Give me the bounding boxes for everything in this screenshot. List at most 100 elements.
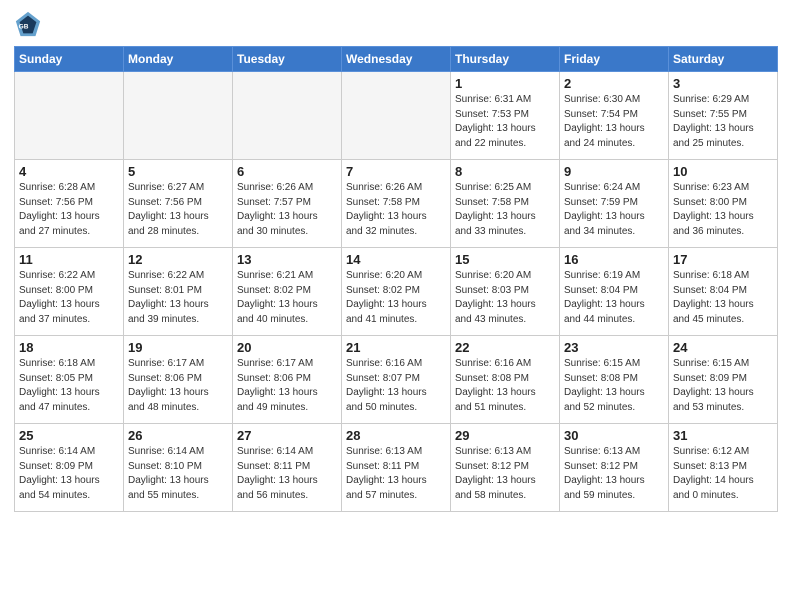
day-number: 10: [673, 164, 773, 179]
weekday-header: Monday: [124, 47, 233, 72]
day-info: Sunrise: 6:18 AM Sunset: 8:05 PM Dayligh…: [19, 357, 119, 415]
logo-icon: GB: [14, 10, 42, 38]
calendar-cell: 30 Sunrise: 6:13 AM Sunset: 8:12 PM Dayli…: [560, 424, 669, 512]
day-info: Sunrise: 6:20 AM Sunset: 8:02 PM Dayligh…: [346, 269, 446, 327]
day-number: 30: [564, 428, 664, 443]
calendar-cell: 28Sunrise: 6:13 AM Sunset: 8:11 PM Dayli…: [342, 424, 451, 512]
calendar-cell: 4 Sunrise: 6:28 AM Sunset: 7:56 PM Daylig…: [15, 160, 124, 248]
day-number: 8: [455, 164, 555, 179]
day-info: Sunrise: 6:26 AM Sunset: 7:57 PM Dayligh…: [237, 181, 337, 239]
day-info: Sunrise: 6:16 AM Sunset: 8:08 PM Dayligh…: [455, 357, 555, 415]
day-number: 5: [128, 164, 228, 179]
weekday-header: Saturday: [669, 47, 778, 72]
calendar-week-row: 25Sunrise: 6:14 AM Sunset: 8:09 PM Dayli…: [15, 424, 778, 512]
day-info: Sunrise: 6:30 AM Sunset: 7:54 PM Dayligh…: [564, 93, 664, 151]
weekday-header: Friday: [560, 47, 669, 72]
day-info: Sunrise: 6:26 AM Sunset: 7:58 PM Dayligh…: [346, 181, 446, 239]
calendar-cell: 17 Sunrise: 6:18 AM Sunset: 8:04 PM Dayli…: [669, 248, 778, 336]
calendar-cell: 21 Sunrise: 6:16 AM Sunset: 8:07 PM Dayli…: [342, 336, 451, 424]
day-number: 14: [346, 252, 446, 267]
day-info: Sunrise: 6:24 AM Sunset: 7:59 PM Dayligh…: [564, 181, 664, 239]
day-info: Sunrise: 6:13 AM Sunset: 8:11 PM Dayligh…: [346, 445, 446, 503]
calendar-cell: 31Sunrise: 6:12 AM Sunset: 8:13 PM Dayli…: [669, 424, 778, 512]
day-info: Sunrise: 6:16 AM Sunset: 8:07 PM Dayligh…: [346, 357, 446, 415]
day-info: Sunrise: 6:29 AM Sunset: 7:55 PM Dayligh…: [673, 93, 773, 151]
calendar-cell: 3Sunrise: 6:29 AM Sunset: 7:55 PM Daylig…: [669, 72, 778, 160]
day-info: Sunrise: 6:14 AM Sunset: 8:10 PM Dayligh…: [128, 445, 228, 503]
day-info: Sunrise: 6:18 AM Sunset: 8:04 PM Dayligh…: [673, 269, 773, 327]
day-info: Sunrise: 6:22 AM Sunset: 8:00 PM Dayligh…: [19, 269, 119, 327]
day-info: Sunrise: 6:17 AM Sunset: 8:06 PM Dayligh…: [128, 357, 228, 415]
calendar-week-row: 11 Sunrise: 6:22 AM Sunset: 8:00 PM Dayli…: [15, 248, 778, 336]
day-number: 19: [128, 340, 228, 355]
day-info: Sunrise: 6:15 AM Sunset: 8:09 PM Dayligh…: [673, 357, 773, 415]
day-info: Sunrise: 6:20 AM Sunset: 8:03 PM Dayligh…: [455, 269, 555, 327]
calendar-cell: [233, 72, 342, 160]
day-number: 16: [564, 252, 664, 267]
header: GB: [14, 10, 778, 38]
day-info: Sunrise: 6:27 AM Sunset: 7:56 PM Dayligh…: [128, 181, 228, 239]
day-info: Sunrise: 6:13 AM Sunset: 8:12 PM Dayligh…: [564, 445, 664, 503]
day-number: 1: [455, 76, 555, 91]
day-info: Sunrise: 6:19 AM Sunset: 8:04 PM Dayligh…: [564, 269, 664, 327]
calendar-cell: 18 Sunrise: 6:18 AM Sunset: 8:05 PM Dayli…: [15, 336, 124, 424]
day-number: 20: [237, 340, 337, 355]
calendar-cell: [342, 72, 451, 160]
calendar-cell: 11 Sunrise: 6:22 AM Sunset: 8:00 PM Dayli…: [15, 248, 124, 336]
day-number: 29: [455, 428, 555, 443]
day-number: 2: [564, 76, 664, 91]
day-number: 4: [19, 164, 119, 179]
calendar-cell: 10 Sunrise: 6:23 AM Sunset: 8:00 PM Dayli…: [669, 160, 778, 248]
day-number: 9: [564, 164, 664, 179]
day-number: 21: [346, 340, 446, 355]
calendar-cell: 2 Sunrise: 6:30 AM Sunset: 7:54 PM Daylig…: [560, 72, 669, 160]
day-number: 15: [455, 252, 555, 267]
calendar-cell: 26 Sunrise: 6:14 AM Sunset: 8:10 PM Dayli…: [124, 424, 233, 512]
calendar-header-row: SundayMondayTuesdayWednesdayThursdayFrid…: [15, 47, 778, 72]
calendar-cell: 15 Sunrise: 6:20 AM Sunset: 8:03 PM Dayli…: [451, 248, 560, 336]
calendar-cell: 9 Sunrise: 6:24 AM Sunset: 7:59 PM Daylig…: [560, 160, 669, 248]
day-info: Sunrise: 6:14 AM Sunset: 8:11 PM Dayligh…: [237, 445, 337, 503]
calendar-cell: 16 Sunrise: 6:19 AM Sunset: 8:04 PM Dayli…: [560, 248, 669, 336]
calendar-week-row: 1 Sunrise: 6:31 AM Sunset: 7:53 PM Daylig…: [15, 72, 778, 160]
day-number: 11: [19, 252, 119, 267]
calendar-table: SundayMondayTuesdayWednesdayThursdayFrid…: [14, 46, 778, 512]
day-info: Sunrise: 6:31 AM Sunset: 7:53 PM Dayligh…: [455, 93, 555, 151]
calendar-cell: 5 Sunrise: 6:27 AM Sunset: 7:56 PM Daylig…: [124, 160, 233, 248]
day-number: 13: [237, 252, 337, 267]
calendar-cell: 1 Sunrise: 6:31 AM Sunset: 7:53 PM Daylig…: [451, 72, 560, 160]
weekday-header: Wednesday: [342, 47, 451, 72]
day-number: 18: [19, 340, 119, 355]
day-info: Sunrise: 6:13 AM Sunset: 8:12 PM Dayligh…: [455, 445, 555, 503]
calendar-cell: 22 Sunrise: 6:16 AM Sunset: 8:08 PM Dayli…: [451, 336, 560, 424]
calendar-cell: 8 Sunrise: 6:25 AM Sunset: 7:58 PM Daylig…: [451, 160, 560, 248]
day-info: Sunrise: 6:22 AM Sunset: 8:01 PM Dayligh…: [128, 269, 228, 327]
calendar-week-row: 18 Sunrise: 6:18 AM Sunset: 8:05 PM Dayli…: [15, 336, 778, 424]
day-info: Sunrise: 6:21 AM Sunset: 8:02 PM Dayligh…: [237, 269, 337, 327]
calendar-cell: 14 Sunrise: 6:20 AM Sunset: 8:02 PM Dayli…: [342, 248, 451, 336]
calendar-cell: 6Sunrise: 6:26 AM Sunset: 7:57 PM Daylig…: [233, 160, 342, 248]
calendar-week-row: 4 Sunrise: 6:28 AM Sunset: 7:56 PM Daylig…: [15, 160, 778, 248]
calendar-cell: 12 Sunrise: 6:22 AM Sunset: 8:01 PM Dayli…: [124, 248, 233, 336]
day-info: Sunrise: 6:15 AM Sunset: 8:08 PM Dayligh…: [564, 357, 664, 415]
logo: GB: [14, 10, 46, 38]
weekday-header: Thursday: [451, 47, 560, 72]
calendar-cell: [15, 72, 124, 160]
day-number: 17: [673, 252, 773, 267]
day-number: 24: [673, 340, 773, 355]
day-info: Sunrise: 6:25 AM Sunset: 7:58 PM Dayligh…: [455, 181, 555, 239]
day-number: 31: [673, 428, 773, 443]
calendar-cell: [124, 72, 233, 160]
day-number: 12: [128, 252, 228, 267]
day-number: 26: [128, 428, 228, 443]
day-number: 22: [455, 340, 555, 355]
day-info: Sunrise: 6:17 AM Sunset: 8:06 PM Dayligh…: [237, 357, 337, 415]
page: GB SundayMondayTuesdayWednesdayThursdayF…: [0, 0, 792, 612]
calendar-cell: 7Sunrise: 6:26 AM Sunset: 7:58 PM Daylig…: [342, 160, 451, 248]
day-info: Sunrise: 6:23 AM Sunset: 8:00 PM Dayligh…: [673, 181, 773, 239]
day-number: 27: [237, 428, 337, 443]
day-number: 25: [19, 428, 119, 443]
calendar-cell: 27 Sunrise: 6:14 AM Sunset: 8:11 PM Dayli…: [233, 424, 342, 512]
calendar-cell: 25Sunrise: 6:14 AM Sunset: 8:09 PM Dayli…: [15, 424, 124, 512]
day-info: Sunrise: 6:28 AM Sunset: 7:56 PM Dayligh…: [19, 181, 119, 239]
